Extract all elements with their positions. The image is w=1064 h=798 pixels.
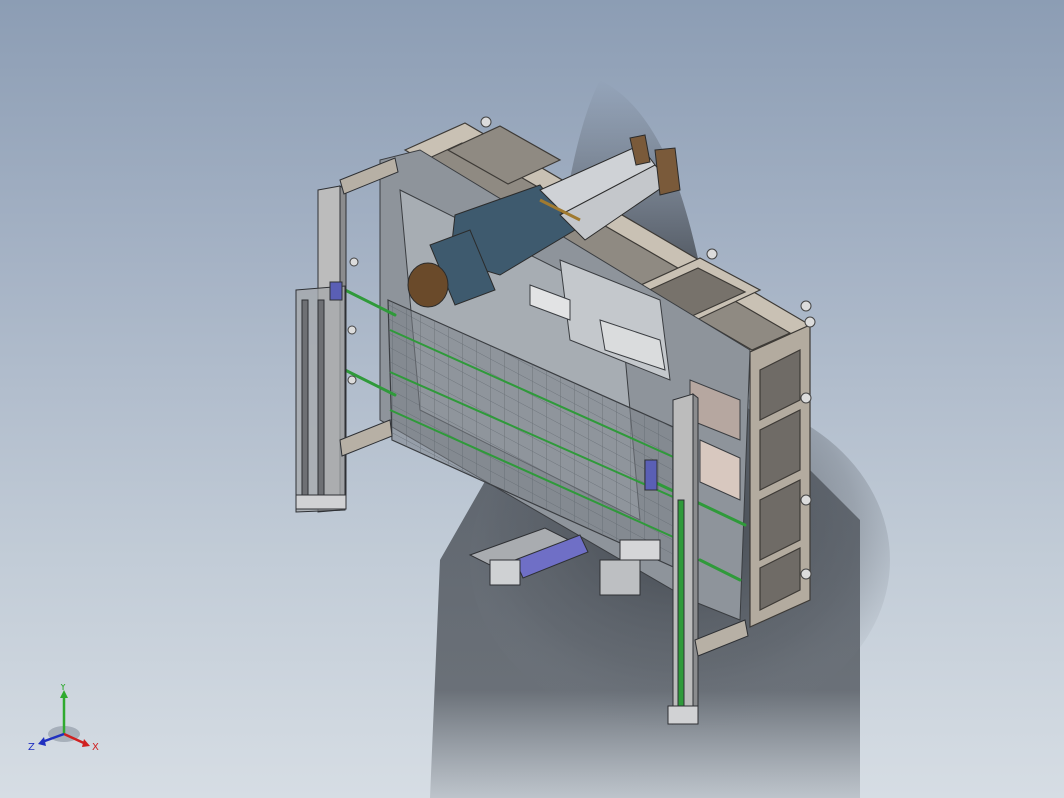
cad-model-view[interactable] bbox=[0, 0, 1064, 798]
y-axis-label: Y bbox=[59, 684, 67, 693]
x-axis-arrow-icon bbox=[82, 739, 90, 747]
coordinate-triad[interactable]: Y X Z bbox=[26, 684, 110, 756]
z-axis-label: Z bbox=[28, 742, 35, 753]
cad-viewport[interactable]: Y X Z bbox=[0, 0, 1064, 798]
x-axis-label: X bbox=[92, 742, 99, 753]
z-axis-arrow-icon bbox=[38, 737, 46, 746]
